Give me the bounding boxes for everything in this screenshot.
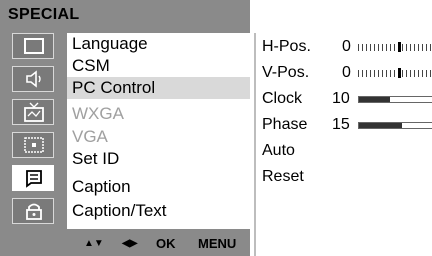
slider-tick (402, 44, 403, 51)
submenu-row-h-pos[interactable]: H-Pos. 0 (262, 36, 432, 58)
navigation-hint-bar: ▲▼ ◀▶ OK MENU (72, 232, 250, 254)
slider-tick (406, 44, 407, 51)
slider-tick (374, 70, 375, 77)
slider-tick (358, 44, 359, 51)
clock-slider-fill (359, 97, 391, 102)
menu-hint: MENU (198, 236, 237, 251)
clock-slider[interactable] (358, 96, 432, 103)
slider-tick (422, 44, 423, 51)
clock-value: 10 (332, 90, 350, 107)
slider-tick (370, 44, 371, 51)
v-pos-tick-slider[interactable] (358, 68, 432, 78)
submenu-row-clock[interactable]: Clock 10 (262, 88, 432, 110)
left-right-arrows-hint: ◀▶ (122, 238, 138, 249)
submenu-row-v-pos[interactable]: V-Pos. 0 (262, 62, 432, 84)
menu-item-wxga[interactable]: WXGA (67, 103, 250, 125)
h-pos-tick-slider[interactable] (358, 42, 432, 52)
slider-tick (414, 70, 415, 77)
slider-tick (430, 44, 431, 51)
slider-tick (430, 70, 431, 77)
slider-tick (382, 44, 383, 51)
slider-tick (402, 70, 403, 77)
lock-category-button[interactable] (12, 198, 54, 224)
slider-tick (358, 70, 359, 77)
phase-slider-fill (359, 123, 402, 128)
picture-category-button[interactable] (12, 33, 54, 59)
slider-tick (362, 70, 363, 77)
slider-tick (394, 70, 395, 77)
screen-category-button[interactable] (12, 132, 54, 158)
special-menu-list: Language CSM PC Control WXGA VGA Set ID … (67, 33, 250, 229)
menu-item-language[interactable]: Language (67, 33, 250, 55)
menu-item-csm[interactable]: CSM (67, 55, 250, 77)
osd-main-panel: SPECIAL Language CSM PC Control WXGA VGA… (0, 0, 250, 256)
menu-item-pc-control[interactable]: PC Control (67, 77, 250, 99)
h-pos-value: 0 (342, 38, 351, 55)
menu-item-vga[interactable]: VGA (67, 126, 250, 148)
slider-tick (418, 44, 419, 51)
submenu-row-auto[interactable]: Auto (262, 140, 432, 162)
tv-icon (24, 102, 44, 122)
slider-tick (390, 44, 391, 51)
special-icon (26, 170, 42, 188)
picture-icon (24, 38, 44, 54)
clock-label: Clock (262, 90, 303, 107)
phase-value: 15 (332, 116, 350, 133)
slider-tick (362, 44, 363, 51)
slider-tick (374, 44, 375, 51)
slider-tick (378, 44, 379, 51)
slider-tick (390, 70, 391, 77)
slider-tick (366, 70, 367, 77)
submenu-row-reset[interactable]: Reset (262, 166, 432, 188)
submenu-row-phase[interactable]: Phase 15 (262, 114, 432, 136)
slider-position-mark (398, 42, 401, 52)
pc-control-submenu: H-Pos. 0 V-Pos. 0 Clock 10 Phase 15 Auto… (254, 33, 432, 256)
v-pos-label: V-Pos. (262, 64, 310, 81)
slider-tick (406, 70, 407, 77)
ok-hint: OK (156, 236, 176, 251)
slider-tick (414, 44, 415, 51)
lock-icon (26, 203, 42, 220)
slider-tick (378, 70, 379, 77)
up-down-arrows-hint: ▲▼ (84, 238, 104, 249)
h-pos-label: H-Pos. (262, 38, 311, 55)
sound-category-button[interactable] (12, 66, 54, 92)
slider-tick (426, 44, 427, 51)
v-pos-value: 0 (342, 64, 351, 81)
special-category-button[interactable] (12, 165, 54, 191)
reset-label: Reset (262, 168, 304, 185)
menu-item-set-id[interactable]: Set ID (67, 148, 250, 170)
slider-tick (422, 70, 423, 77)
tv-category-button[interactable] (12, 99, 54, 125)
phase-slider[interactable] (358, 122, 432, 129)
slider-tick (410, 70, 411, 77)
screen-icon (24, 137, 44, 153)
phase-label: Phase (262, 116, 308, 133)
auto-label: Auto (262, 142, 295, 159)
slider-tick (426, 70, 427, 77)
slider-tick (394, 44, 395, 51)
slider-tick (386, 70, 387, 77)
osd-title: SPECIAL (8, 6, 80, 23)
menu-item-caption[interactable]: Caption (67, 176, 250, 198)
slider-tick (366, 44, 367, 51)
slider-tick (410, 44, 411, 51)
slider-tick (382, 70, 383, 77)
slider-tick (370, 70, 371, 77)
slider-position-mark (398, 68, 401, 78)
sound-icon (26, 70, 41, 88)
slider-tick (418, 70, 419, 77)
slider-tick (386, 44, 387, 51)
category-icon-column (12, 33, 58, 233)
menu-item-caption-text[interactable]: Caption/Text (67, 200, 250, 222)
